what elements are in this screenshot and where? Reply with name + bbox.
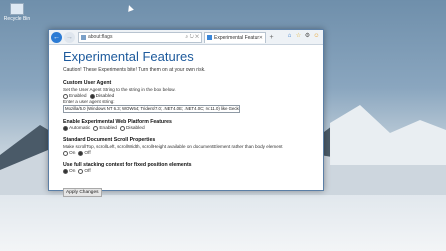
radio-label: On: [69, 168, 76, 174]
browser-toolbar: ← → about:flags ⌕ ↻ ✕ Experimental Featu…: [49, 30, 323, 45]
input-label: Enter a user agent string:: [63, 98, 115, 104]
radio-group-web-platform: Automatic Enabled Disabled: [63, 126, 309, 131]
section-title: Custom User Agent: [63, 80, 112, 86]
radio-label: On: [69, 150, 76, 156]
radio-label: Off: [84, 150, 91, 156]
home-icon[interactable]: ⌂: [286, 32, 293, 41]
radio-enabled[interactable]: Enabled: [63, 93, 87, 99]
radio-on[interactable]: On: [63, 168, 76, 174]
section-scroll-properties: Standard Document Scroll Properties Make…: [63, 137, 309, 156]
radio-off[interactable]: Off: [78, 168, 91, 174]
right-toolbar: ⌂ ☆ ⚙ ☺: [286, 32, 320, 41]
radio-group-scroll: On Off: [63, 150, 309, 156]
section-title: Standard Document Scroll Properties: [63, 137, 156, 143]
section-title: Use full stacking context for fixed posi…: [63, 161, 192, 168]
radio-automatic[interactable]: Automatic: [63, 126, 90, 131]
apply-changes-button[interactable]: Apply Changes: [63, 187, 102, 197]
page-title: Experimental Features: [63, 49, 194, 64]
new-tab-button[interactable]: +: [267, 33, 276, 42]
radio-dot-icon: [63, 126, 68, 131]
radio-disabled[interactable]: Disabled: [89, 93, 115, 99]
feedback-smile-icon[interactable]: ☺: [313, 32, 320, 41]
tab-favicon-icon: [207, 35, 212, 40]
radio-dot-icon: [63, 93, 68, 99]
user-agent-input[interactable]: Mozilla/5.0 (Windows NT 6.3; WOW64; Trid…: [63, 105, 240, 113]
radio-dot-icon: [93, 126, 99, 131]
caution-text: Caution! These Experiments bite! Turn th…: [63, 67, 206, 73]
close-tab-icon[interactable]: ✕: [259, 35, 265, 41]
radio-dot-icon: [89, 93, 95, 99]
tab-experimental-features[interactable]: Experimental Features ✕: [204, 31, 266, 43]
radio-label: Automatic: [69, 126, 91, 131]
mouse-cursor-icon: [126, 4, 134, 12]
section-description: Make scrollTop, scrollLeft, scrollWidth,…: [63, 144, 283, 149]
section-title: Enable Experimental Web Platform Feature…: [63, 119, 172, 125]
address-tools-icon[interactable]: ⌕ ↻ ✕: [185, 34, 201, 40]
radio-dot-icon: [78, 150, 84, 156]
radio-on[interactable]: On: [63, 150, 76, 156]
page-content: Experimental Features Caution! These Exp…: [49, 45, 323, 198]
back-button[interactable]: ←: [51, 31, 62, 43]
radio-label: Disabled: [125, 126, 145, 131]
radio-label: Enabled: [69, 93, 87, 99]
address-url: about:flags: [88, 34, 113, 40]
radio-dot-icon: [63, 168, 68, 174]
radio-dot-icon: [63, 150, 68, 156]
desktop-icon-label: Recycle Bin: [3, 16, 31, 22]
settings-gear-icon[interactable]: ⚙: [304, 32, 311, 41]
section-stacking-context: Use full stacking context for fixed posi…: [63, 162, 309, 174]
tab-title: Experimental Features: [214, 34, 259, 41]
browser-window: ← → about:flags ⌕ ↻ ✕ Experimental Featu…: [48, 29, 324, 197]
radio-disabled[interactable]: Disabled: [119, 126, 145, 131]
recycle-bin-shortcut[interactable]: Recycle Bin: [3, 3, 31, 22]
forward-button[interactable]: →: [64, 31, 75, 43]
radio-enabled[interactable]: Enabled: [93, 126, 117, 131]
radio-group-stacking: On Off: [63, 168, 309, 174]
radio-label: Enabled: [99, 126, 117, 131]
radio-label: Off: [84, 168, 91, 174]
radio-dot-icon: [78, 168, 84, 174]
section-description: Set the User Agent String to the string …: [63, 87, 176, 92]
page-icon: [81, 34, 86, 40]
radio-label: Disabled: [95, 93, 115, 99]
radio-dot-icon: [119, 126, 125, 131]
recycle-bin-icon: [10, 3, 24, 15]
address-bar[interactable]: about:flags ⌕ ↻ ✕: [78, 31, 202, 43]
section-custom-user-agent: Custom User Agent Set the User Agent Str…: [63, 80, 309, 113]
section-experimental-web-platform: Enable Experimental Web Platform Feature…: [63, 119, 309, 131]
favorites-star-icon[interactable]: ☆: [295, 32, 302, 41]
radio-off[interactable]: Off: [78, 150, 91, 156]
